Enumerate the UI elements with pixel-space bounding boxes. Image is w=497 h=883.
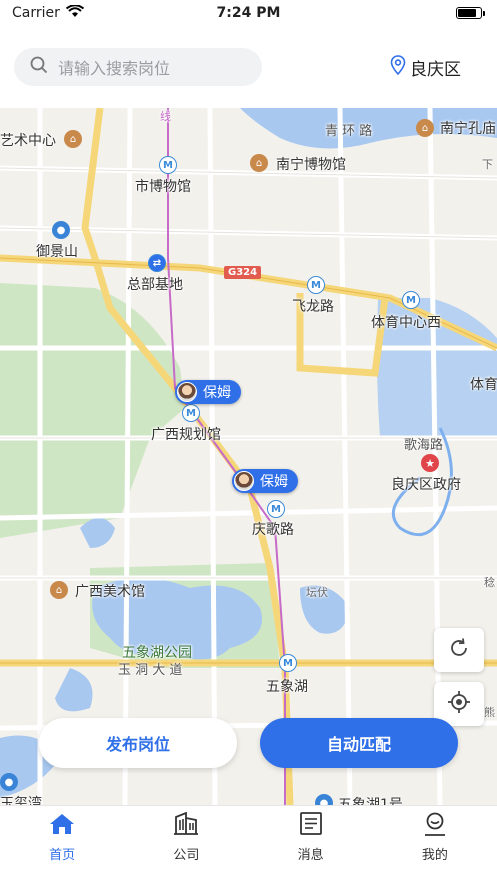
poi-icon: ●	[315, 794, 333, 805]
map-label-art-center: 艺术中心	[0, 133, 56, 149]
metro-station-icon: M	[307, 276, 325, 294]
metro-station-icon: M	[159, 156, 177, 174]
locate-icon	[448, 691, 470, 717]
highway-badge: G324	[224, 266, 262, 279]
map-label-nanning-kong: 南宁孔庙	[440, 121, 496, 137]
status-bar: Carrier 7:24 PM	[0, 0, 497, 26]
metro-transfer-icon: ⇄	[148, 254, 166, 272]
map-label-city-museum: 市博物馆	[135, 179, 191, 195]
map-label-rong: 熊	[484, 706, 495, 719]
location-label: 良庆区	[410, 59, 461, 80]
home-icon	[49, 812, 75, 840]
metro-station-icon: M	[402, 291, 420, 309]
tab-bar: 首页 公司 消息 我的	[0, 805, 497, 883]
marker-label: 保姆	[260, 474, 288, 490]
carrier-label: Carrier	[12, 5, 60, 21]
metro-station-icon: M	[267, 500, 285, 518]
marker-label: 保姆	[203, 385, 231, 401]
map-label-nanning-museum: 南宁博物馆	[276, 157, 346, 173]
poi-icon: ●	[52, 221, 70, 239]
refresh-button[interactable]	[434, 628, 484, 672]
job-marker[interactable]: 保姆	[232, 469, 298, 493]
tab-home[interactable]: 首页	[0, 806, 124, 883]
map-label-zongbu-jidi: 总部基地	[127, 277, 183, 293]
tab-company[interactable]: 公司	[124, 806, 248, 883]
map-label-wen: 稔	[484, 576, 495, 589]
auto-match-button[interactable]: 自动匹配	[260, 718, 458, 768]
status-left: Carrier	[12, 3, 84, 22]
map-label-liangqing-gov: 良庆区政府	[391, 477, 461, 493]
publish-job-button[interactable]: 发布岗位	[39, 718, 237, 768]
map-label-feilong-road: 飞龙路	[292, 299, 334, 315]
tab-messages[interactable]: 消息	[249, 806, 373, 883]
metro-station-icon: M	[279, 654, 297, 672]
search-header: 请输入搜索岗位 良庆区	[0, 26, 497, 108]
battery-icon	[456, 7, 485, 19]
map-label-yujingshan: 御景山	[36, 244, 78, 260]
temple-icon: ⌂	[416, 119, 434, 137]
map-label-guangxi-art-museum: 广西美术馆	[75, 584, 145, 600]
search-icon	[30, 56, 48, 78]
map-label-qingge-road: 庆歌路	[252, 522, 294, 538]
profile-icon	[422, 812, 448, 840]
search-placeholder: 请输入搜索岗位	[58, 59, 171, 78]
map-label-gehai-road: 歌海路	[404, 438, 444, 453]
metro-station-icon: M	[182, 404, 200, 422]
map-label-sports: 体育	[470, 377, 497, 393]
museum-icon: ⌂	[64, 130, 82, 148]
map-label-line: 线	[160, 110, 171, 123]
search-input[interactable]: 请输入搜索岗位	[14, 48, 262, 86]
marker-avatar	[177, 382, 197, 402]
map-label-yudong-avenue: 玉 洞 大 道	[118, 663, 183, 678]
poi-icon: ●	[0, 773, 18, 791]
job-marker[interactable]: 保姆	[175, 380, 241, 404]
marker-avatar	[234, 471, 254, 491]
tab-company-label: 公司	[173, 848, 200, 863]
map-view[interactable]: 线 青 环 路 ⌂ 南宁孔庙 下 艺术中心 ⌂ ⌂ 南宁博物馆 M 市博物馆 ●…	[0, 108, 497, 805]
location-pin-icon	[390, 54, 406, 80]
wifi-icon	[65, 3, 84, 22]
tab-profile-label: 我的	[421, 848, 448, 863]
government-icon: ★	[421, 454, 439, 472]
tab-messages-label: 消息	[297, 848, 324, 863]
message-icon	[298, 812, 324, 840]
map-label-yutianwan: 玉玺湾	[0, 796, 42, 805]
location-selector[interactable]: 良庆区	[390, 54, 483, 80]
map-label-xia: 下	[482, 158, 493, 171]
tab-profile[interactable]: 我的	[373, 806, 497, 883]
tab-home-label: 首页	[49, 848, 76, 863]
map-label-tanfu: 坛伏	[306, 586, 328, 599]
map-label-qinghuan-road: 青 环 路	[325, 124, 373, 139]
map-label-guangxi-planning: 广西规划馆	[151, 427, 221, 443]
building-icon	[173, 811, 199, 840]
museum-icon: ⌂	[250, 154, 268, 172]
museum-icon: ⌂	[50, 581, 68, 599]
map-label-sports-center-west: 体育中心西	[371, 315, 441, 331]
map-label-wuxiang-lake: 五象湖	[266, 679, 308, 695]
map-label-wuxiang-lake-1: 五象湖1号	[338, 797, 403, 805]
refresh-icon	[448, 637, 470, 663]
